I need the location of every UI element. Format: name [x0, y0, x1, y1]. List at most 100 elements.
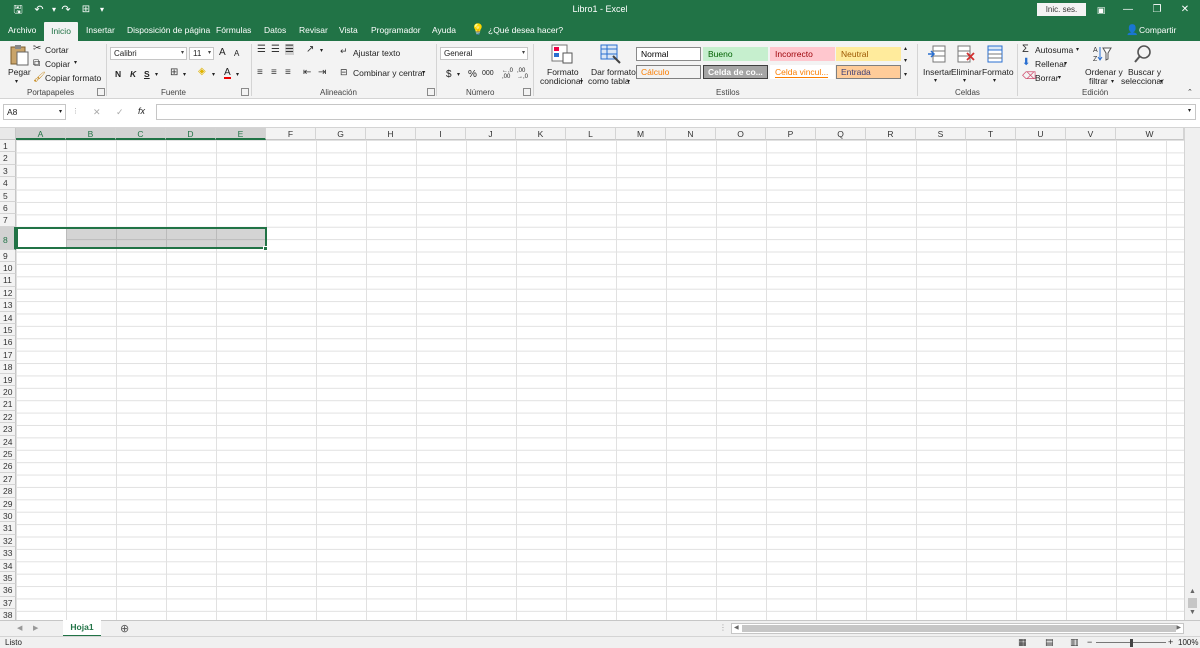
touch-mode-icon[interactable]: ⊞	[78, 2, 94, 18]
autosum-dropdown-icon[interactable]: ▾	[1076, 46, 1079, 53]
row-header-6[interactable]: 6	[0, 202, 16, 215]
number-launcher-icon[interactable]	[523, 88, 531, 96]
row-header-3[interactable]: 3	[0, 164, 16, 178]
enter-entry-icon[interactable]: ✓	[116, 107, 124, 118]
tab-datos[interactable]: Datos	[264, 20, 286, 41]
italic-button[interactable]: K	[130, 69, 136, 79]
share-button[interactable]: Compartir	[1139, 20, 1176, 41]
orientation-dropdown-icon[interactable]: ▾	[320, 47, 323, 54]
cell-style-bueno[interactable]: Bueno	[703, 47, 768, 61]
tab-programador[interactable]: Programador	[371, 20, 421, 41]
fill-handle[interactable]	[263, 246, 268, 251]
delete-dropdown-icon[interactable]: ▾	[963, 77, 966, 84]
cut-button[interactable]: Cortar	[45, 45, 69, 55]
tab-inicio[interactable]: Inicio	[44, 22, 78, 41]
formula-bar-more-icon[interactable]: ⋮	[72, 107, 79, 115]
row-header-32[interactable]: 32	[0, 534, 16, 548]
column-header-i[interactable]: I	[416, 128, 466, 140]
column-header-q[interactable]: Q	[816, 128, 866, 140]
row-header-14[interactable]: 14	[0, 311, 16, 324]
number-format-combo[interactable]: General ▾	[440, 47, 528, 60]
column-header-w[interactable]: W	[1116, 128, 1184, 140]
restore-icon[interactable]: ❐	[1142, 0, 1172, 20]
row-header-2[interactable]: 2	[0, 152, 16, 165]
align-middle-icon[interactable]: ☰	[271, 44, 280, 55]
cell-style-neutral[interactable]: Neutral	[836, 47, 901, 61]
column-header-c[interactable]: C	[116, 128, 166, 140]
find-select-line2[interactable]: seleccionar	[1121, 76, 1164, 86]
cell-style-normal[interactable]: Normal	[636, 47, 701, 61]
column-header-u[interactable]: U	[1016, 128, 1066, 140]
cell-area[interactable]	[16, 140, 1184, 620]
orientation-icon[interactable]: ↗	[306, 44, 314, 55]
close-icon[interactable]: ✕	[1170, 0, 1200, 20]
tab-archivo[interactable]: Archivo	[8, 20, 36, 41]
row-header-9[interactable]: 9	[0, 249, 16, 262]
horizontal-scroll-thumb[interactable]	[742, 625, 1176, 632]
row-header-26[interactable]: 26	[0, 460, 16, 473]
sort-filter-line2[interactable]: filtrar	[1089, 76, 1108, 86]
column-header-f[interactable]: F	[266, 128, 316, 140]
sort-filter-dropdown-icon[interactable]: ▾	[1111, 78, 1114, 85]
vertical-scroll-thumb[interactable]	[1188, 598, 1197, 608]
format-painter-button[interactable]: Copiar formato	[45, 73, 101, 83]
tab-split-handle-icon[interactable]: ⋮	[719, 623, 727, 632]
column-header-o[interactable]: O	[716, 128, 766, 140]
font-launcher-icon[interactable]	[241, 88, 249, 96]
column-header-h[interactable]: H	[366, 128, 416, 140]
paste-dropdown-icon[interactable]: ▾	[15, 78, 18, 85]
fill-button[interactable]: Rellenar	[1035, 59, 1067, 69]
font-name-combo[interactable]: Calibri ▾	[110, 47, 187, 60]
fill-color-dropdown-icon[interactable]: ▾	[212, 71, 215, 78]
align-center-icon[interactable]: ≡	[271, 67, 277, 78]
font-color-button[interactable]: A	[224, 68, 231, 79]
row-header-24[interactable]: 24	[0, 435, 16, 448]
tell-me-search[interactable]: ¿Qué desea hacer?	[488, 20, 563, 41]
sheet-tab-hoja1[interactable]: Hoja1	[63, 620, 101, 637]
wrap-text-button[interactable]: Ajustar texto	[353, 48, 400, 58]
decrease-decimal-button[interactable]: ,00 →,0	[517, 68, 529, 80]
copy-dropdown-icon[interactable]: ▾	[74, 59, 77, 66]
column-header-r[interactable]: R	[866, 128, 916, 140]
row-header-18[interactable]: 18	[0, 361, 16, 374]
fill-color-icon[interactable]: ◈	[198, 66, 206, 77]
row-header-16[interactable]: 16	[0, 336, 16, 349]
row-header-12[interactable]: 12	[0, 286, 16, 300]
paste-icon[interactable]	[9, 44, 29, 66]
bold-button[interactable]: N	[115, 69, 121, 79]
format-dropdown-icon[interactable]: ▾	[993, 77, 996, 84]
zoom-level[interactable]: 100%	[1178, 638, 1198, 647]
font-size-combo[interactable]: 11 ▾	[189, 47, 214, 60]
column-header-d[interactable]: D	[166, 128, 216, 140]
column-header-j[interactable]: J	[466, 128, 516, 140]
column-header-l[interactable]: L	[566, 128, 616, 140]
row-header-30[interactable]: 30	[0, 510, 16, 523]
column-header-t[interactable]: T	[966, 128, 1016, 140]
row-header-20[interactable]: 20	[0, 386, 16, 399]
customize-quick-access-icon[interactable]: ▾	[94, 2, 110, 18]
row-header-33[interactable]: 33	[0, 547, 16, 560]
page-layout-view-icon[interactable]: ▤	[1045, 637, 1054, 648]
ribbon-display-options-icon[interactable]: ▣	[1086, 0, 1116, 20]
expand-formula-bar-icon[interactable]: ▾	[1188, 107, 1191, 114]
paste-button[interactable]: Pegar	[8, 67, 31, 77]
underline-button[interactable]: S	[144, 69, 150, 79]
clear-dropdown-icon[interactable]: ▾	[1058, 74, 1061, 81]
tab-disposicion[interactable]: Disposición de página	[127, 20, 210, 41]
cell-style-celda-vinculada[interactable]: Celda vincul...	[770, 65, 835, 79]
borders-icon[interactable]: ⊞	[170, 67, 178, 78]
styles-more-icon[interactable]: ▾	[904, 71, 907, 78]
collapse-ribbon-icon[interactable]: ⌃	[1187, 88, 1193, 96]
cell-style-incorrecto[interactable]: Incorrecto	[770, 47, 835, 61]
column-header-m[interactable]: M	[616, 128, 666, 140]
cell-style-entrada[interactable]: Entrada	[836, 65, 901, 79]
borders-dropdown-icon[interactable]: ▾	[183, 71, 186, 78]
row-header-27[interactable]: 27	[0, 472, 16, 486]
currency-dropdown-icon[interactable]: ▾	[457, 71, 460, 78]
scroll-right-arrow-icon[interactable]: ▶	[1176, 624, 1181, 631]
row-header-7[interactable]: 7	[0, 214, 16, 227]
copy-button[interactable]: Copiar	[45, 59, 70, 69]
insert-dropdown-icon[interactable]: ▾	[934, 77, 937, 84]
column-header-s[interactable]: S	[916, 128, 966, 140]
shrink-font-button[interactable]: A	[234, 49, 239, 58]
